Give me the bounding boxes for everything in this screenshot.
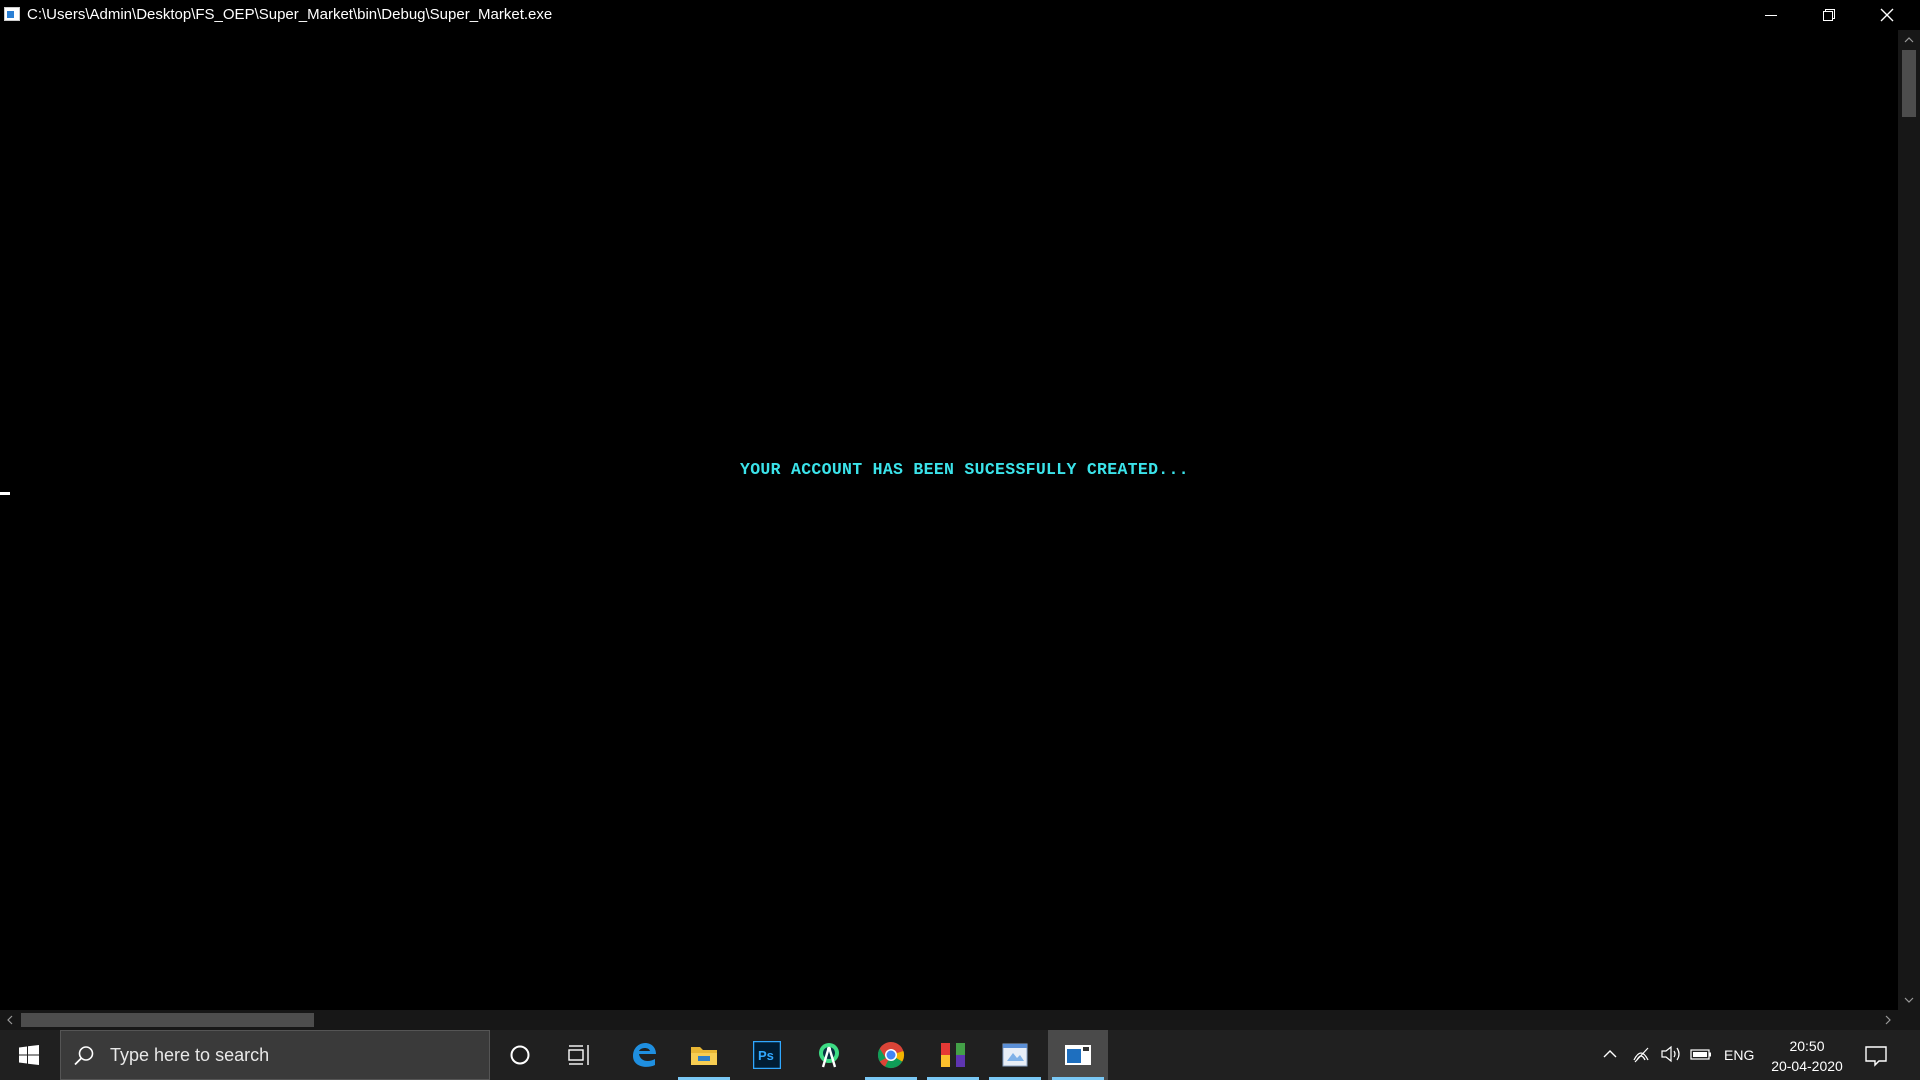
chrome-icon bbox=[877, 1042, 905, 1069]
photoshop-icon: Ps bbox=[753, 1041, 781, 1069]
console-window-icon[interactable] bbox=[4, 7, 20, 21]
notification-icon bbox=[1865, 1046, 1887, 1067]
search-placeholder: Type here to search bbox=[110, 1045, 270, 1065]
taskbar-edge[interactable] bbox=[614, 1030, 674, 1080]
cortana-icon bbox=[510, 1045, 530, 1065]
language-indicator[interactable]: ENG bbox=[1724, 1047, 1754, 1063]
android-studio-icon bbox=[819, 1043, 839, 1068]
taskbar-paint[interactable] bbox=[985, 1030, 1045, 1080]
speaker-icon bbox=[1661, 1045, 1680, 1063]
volume-button[interactable] bbox=[1660, 1044, 1682, 1064]
cortana-button[interactable] bbox=[490, 1030, 550, 1080]
chevron-up-icon bbox=[1904, 37, 1914, 43]
taskbar-console-app[interactable] bbox=[1048, 1030, 1108, 1080]
chevron-down-icon bbox=[1904, 997, 1914, 1003]
minimize-icon bbox=[1765, 15, 1777, 16]
scroll-up-button[interactable] bbox=[1898, 30, 1920, 50]
windows-logo-icon bbox=[19, 1045, 39, 1065]
scroll-down-button[interactable] bbox=[1898, 990, 1920, 1010]
success-message: YOUR ACCOUNT HAS BEEN SUCESSFULLY CREATE… bbox=[740, 460, 1189, 479]
show-hidden-icons-button[interactable] bbox=[1602, 1044, 1618, 1064]
network-button[interactable] bbox=[1632, 1044, 1650, 1064]
console-app-icon bbox=[1065, 1045, 1091, 1065]
scroll-left-button[interactable] bbox=[0, 1010, 20, 1030]
scroll-right-button[interactable] bbox=[1878, 1010, 1898, 1030]
chevron-right-icon bbox=[1885, 1015, 1891, 1025]
vertical-scroll-thumb[interactable] bbox=[1902, 50, 1916, 117]
restore-button[interactable] bbox=[1800, 0, 1858, 30]
paint-icon bbox=[1002, 1043, 1028, 1067]
chevron-up-icon bbox=[1603, 1050, 1617, 1058]
task-view-button[interactable] bbox=[550, 1030, 610, 1080]
horizontal-scroll-thumb[interactable] bbox=[21, 1013, 314, 1027]
task-view-icon bbox=[568, 1045, 589, 1065]
search-box[interactable]: Type here to search bbox=[60, 1030, 490, 1080]
edge-icon bbox=[633, 1043, 656, 1067]
taskbar-file-explorer[interactable] bbox=[674, 1030, 734, 1080]
text-cursor bbox=[0, 492, 10, 495]
clock[interactable]: 20:50 20-04-2020 bbox=[1766, 1036, 1848, 1076]
svg-text:Ps: Ps bbox=[758, 1048, 774, 1063]
taskbar-android-studio[interactable] bbox=[799, 1030, 859, 1080]
taskbar: Type here to search Ps ENG 20:50 20-04-2… bbox=[0, 1030, 1920, 1080]
winrar-icon bbox=[941, 1043, 965, 1067]
vertical-scrollbar[interactable] bbox=[1898, 30, 1920, 1010]
battery-button[interactable] bbox=[1690, 1044, 1712, 1064]
restore-icon bbox=[1823, 9, 1835, 21]
horizontal-scrollbar[interactable] bbox=[0, 1010, 1898, 1030]
search-icon bbox=[74, 1046, 94, 1066]
clock-time: 20:50 bbox=[1789, 1038, 1825, 1054]
window-title: C:\Users\Admin\Desktop\FS_OEP\Super_Mark… bbox=[27, 6, 553, 23]
battery-icon bbox=[1690, 1049, 1711, 1060]
close-button[interactable] bbox=[1858, 0, 1916, 30]
scrollbar-corner bbox=[1898, 1010, 1920, 1030]
console-output[interactable]: YOUR ACCOUNT HAS BEEN SUCESSFULLY CREATE… bbox=[0, 30, 1898, 1010]
close-icon bbox=[1880, 8, 1894, 22]
start-button[interactable] bbox=[0, 1030, 58, 1080]
taskbar-chrome[interactable] bbox=[861, 1030, 921, 1080]
taskbar-winrar[interactable] bbox=[923, 1030, 983, 1080]
wifi-icon bbox=[1633, 1047, 1649, 1063]
taskbar-photoshop[interactable]: Ps bbox=[737, 1030, 797, 1080]
action-center-button[interactable] bbox=[1864, 1044, 1888, 1073]
title-bar[interactable]: C:\Users\Admin\Desktop\FS_OEP\Super_Mark… bbox=[0, 0, 1920, 30]
file-explorer-icon bbox=[691, 1047, 717, 1065]
minimize-button[interactable] bbox=[1742, 0, 1800, 30]
clock-date: 20-04-2020 bbox=[1771, 1058, 1843, 1074]
chevron-left-icon bbox=[7, 1015, 13, 1025]
